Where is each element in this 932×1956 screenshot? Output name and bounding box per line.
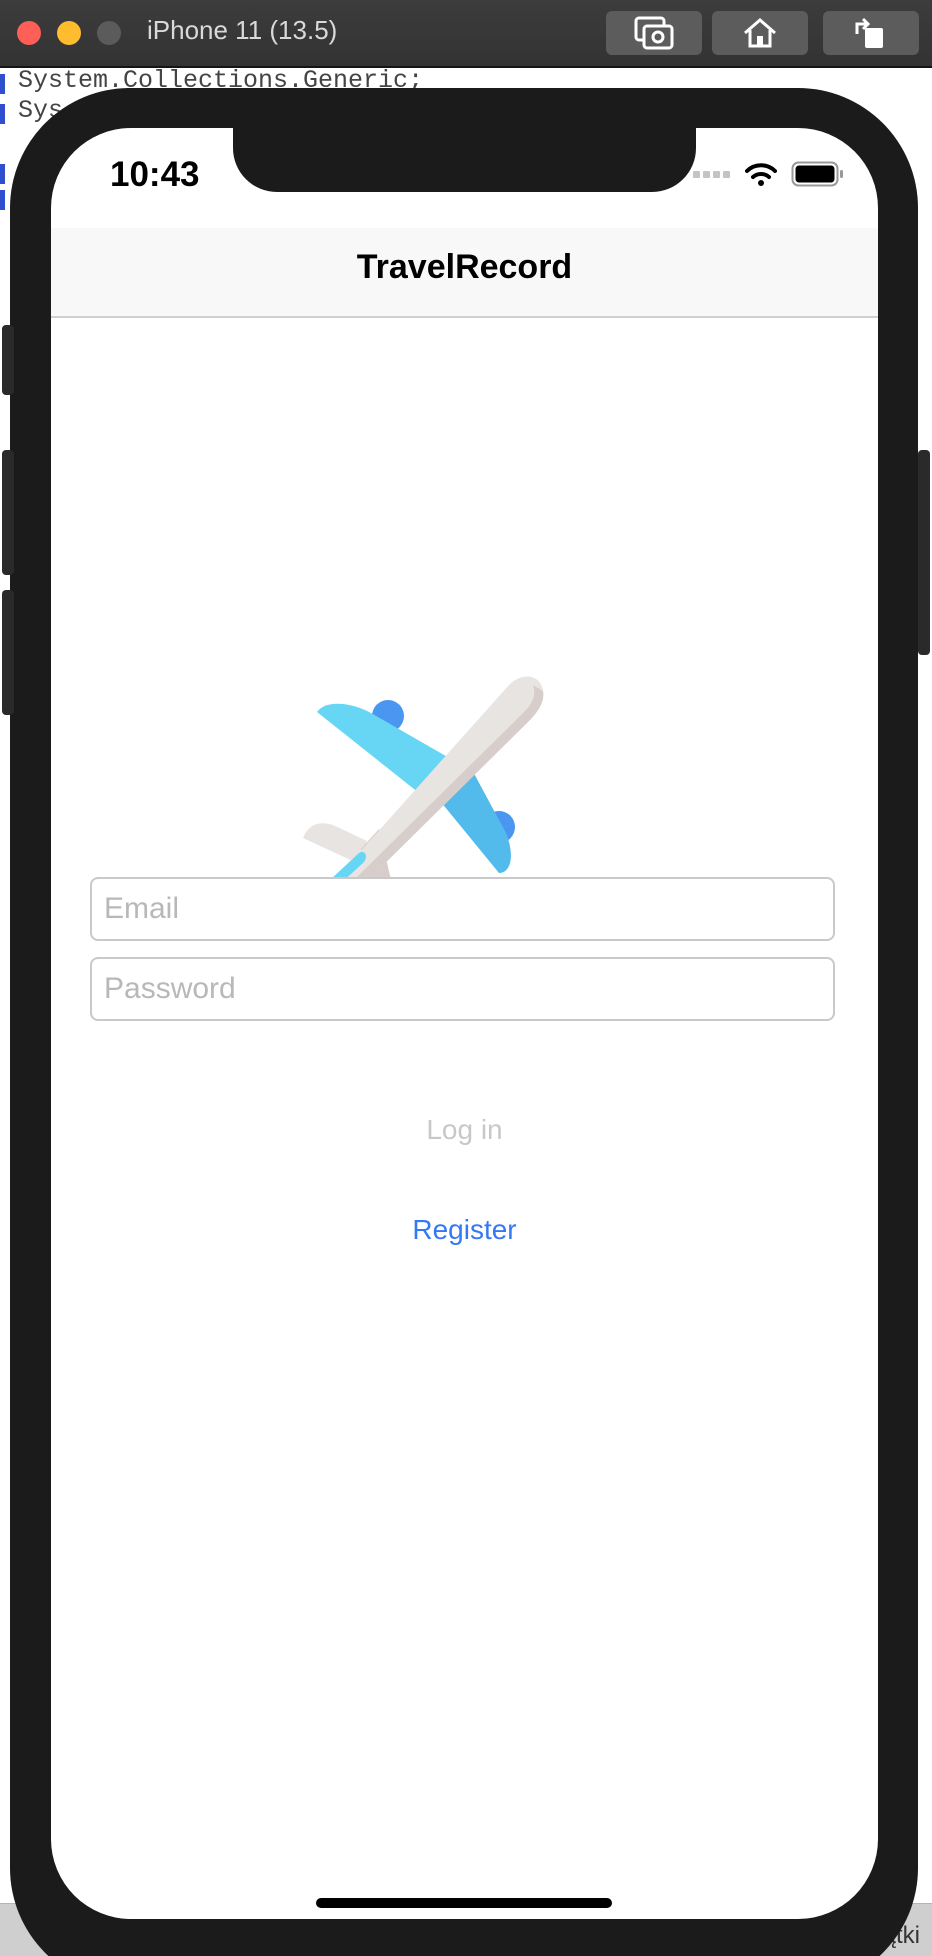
code-gutter-mark xyxy=(0,164,5,184)
home-button[interactable] xyxy=(712,11,808,55)
device-notch xyxy=(233,128,696,192)
rotate-button[interactable] xyxy=(823,11,919,55)
app-screen: 10:43 TravelRecord Email Log in Register xyxy=(51,128,878,1919)
password-input[interactable] xyxy=(92,959,833,1019)
code-gutter-mark xyxy=(0,104,5,124)
device-volume-down xyxy=(2,590,14,715)
status-icons xyxy=(693,161,845,187)
code-gutter-mark xyxy=(0,74,5,94)
rotate-icon xyxy=(855,17,883,48)
battery-icon xyxy=(791,161,843,187)
code-gutter-mark xyxy=(0,190,5,210)
device-volume-up xyxy=(2,450,14,575)
simulator-titlebar: iPhone 11 (13.5) xyxy=(0,0,932,68)
simulator-root: System.Collections.Generic; Sys Wątki iP… xyxy=(0,0,932,1956)
device-power-button xyxy=(918,450,930,655)
window-title: iPhone 11 (13.5) xyxy=(147,15,338,45)
navigation-bar: TravelRecord xyxy=(51,228,878,318)
screenshot-button[interactable] xyxy=(606,11,702,55)
screenshot-icon xyxy=(634,16,674,50)
signal-icon xyxy=(693,171,730,178)
home-icon xyxy=(744,18,776,48)
device-silent-switch xyxy=(2,325,14,395)
email-field[interactable] xyxy=(90,877,835,941)
password-field[interactable] xyxy=(90,957,835,1021)
login-button[interactable]: Log in xyxy=(51,1114,878,1146)
status-time: 10:43 xyxy=(110,155,200,194)
home-indicator[interactable] xyxy=(316,1898,612,1908)
zoom-window-button[interactable] xyxy=(97,21,121,45)
close-window-button[interactable] xyxy=(17,21,41,45)
page-title: TravelRecord xyxy=(356,248,573,286)
minimize-window-button[interactable] xyxy=(57,21,81,45)
register-button[interactable]: Register xyxy=(51,1214,878,1246)
email-input[interactable] xyxy=(92,879,833,939)
wifi-icon xyxy=(745,163,777,186)
